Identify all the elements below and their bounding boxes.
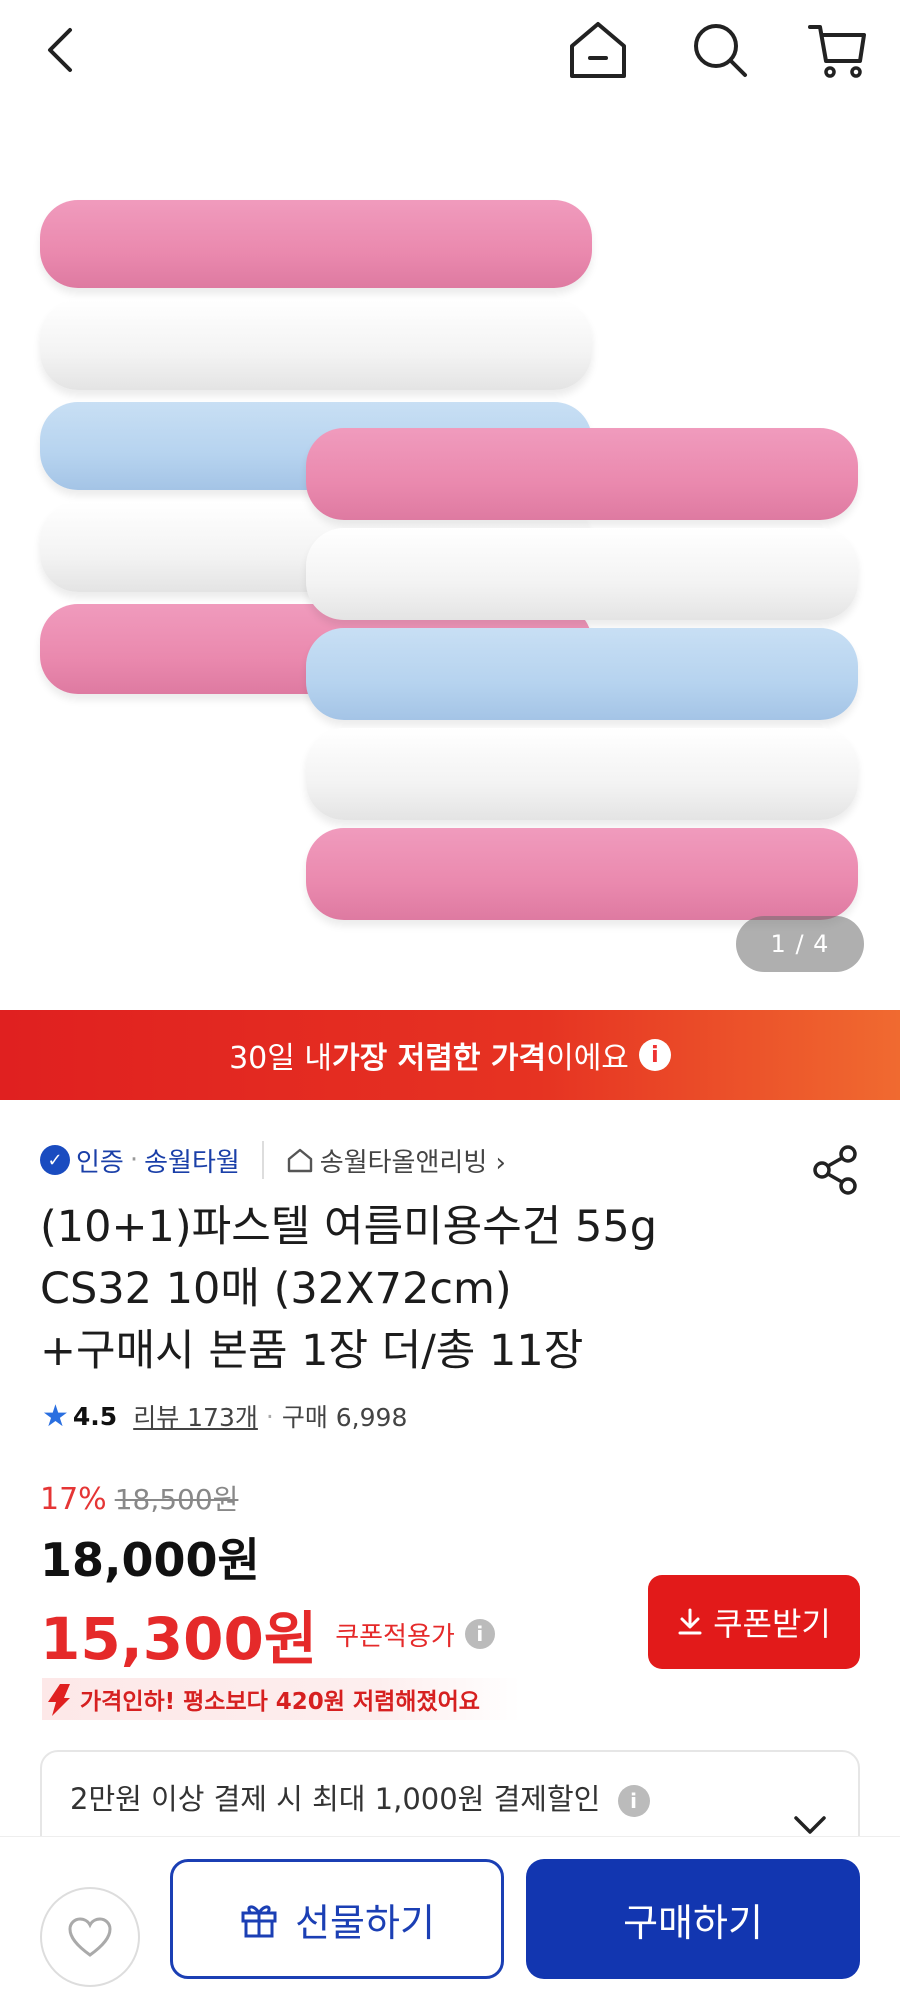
seller-row: ✓ 인증 · 송월타월 송월타올앤리빙 › xyxy=(40,1138,506,1182)
bottom-action-bar: 선물하기 구매하기 xyxy=(0,1836,900,2000)
home-icon xyxy=(570,22,626,78)
towel-white xyxy=(306,528,858,620)
separator-dot: · xyxy=(129,1145,139,1175)
get-coupon-button[interactable]: 쿠폰받기 xyxy=(648,1575,860,1669)
info-icon[interactable]: i xyxy=(617,1785,650,1817)
rating-row: ★ 4.5 리뷰 173개 · 구매 6,998 xyxy=(42,1396,407,1436)
sale-price: 18,000원 xyxy=(40,1533,260,1587)
product-image[interactable]: 1 / 4 xyxy=(0,110,900,1010)
brand-link[interactable]: 송월타월 xyxy=(144,1142,240,1179)
lowest-price-banner[interactable]: 30일 내 가장 저렴한 가격 이에요 i xyxy=(0,1010,900,1100)
review-link[interactable]: 리뷰 173개 xyxy=(133,1398,258,1434)
discount-row: 17% 18,500원 xyxy=(40,1478,238,1518)
title-line: (10+1)파스텔 여름미용수건 55g xyxy=(40,1202,658,1252)
buy-label: 구매하기 xyxy=(623,1900,763,1945)
banner-strong: 가장 저렴한 가격 xyxy=(332,1041,547,1076)
gift-button[interactable]: 선물하기 xyxy=(170,1859,504,1979)
get-coupon-label: 쿠폰받기 xyxy=(713,1605,831,1643)
info-icon[interactable]: i xyxy=(464,1619,495,1649)
price-drop-text: 가격인하! 평소보다 420원 저렴해졌어요 xyxy=(80,1689,480,1715)
shop-name: 송월타올앤리빙 › xyxy=(319,1147,506,1178)
coupon-price-label: 쿠폰적용가 xyxy=(335,1621,455,1652)
chevron-left-icon xyxy=(48,28,72,72)
cart-icon xyxy=(808,25,866,78)
discount-percent: 17% xyxy=(40,1482,107,1517)
towel-pink xyxy=(40,200,592,288)
heart-icon xyxy=(68,1917,112,1957)
divider xyxy=(261,1141,264,1179)
title-line: +구매시 본품 1장 더/총 11장 xyxy=(40,1326,584,1376)
towel-blue xyxy=(306,628,858,720)
image-counter: 1 / 4 xyxy=(736,916,864,972)
title-line: CS32 10매 (32X72cm) xyxy=(40,1264,512,1314)
product-title: (10+1)파스텔 여름미용수건 55g CS32 10매 (32X72cm) … xyxy=(40,1196,800,1382)
back-button[interactable] xyxy=(28,18,92,82)
purchase-count: 구매 6,998 xyxy=(281,1403,408,1432)
banner-prefix: 30일 내 xyxy=(229,1041,332,1076)
share-button[interactable] xyxy=(808,1142,864,1198)
star-icon: ★ xyxy=(42,1398,69,1434)
share-icon xyxy=(813,1145,857,1195)
towel-pink xyxy=(306,428,858,520)
verified-label: 인증 xyxy=(76,1147,124,1178)
price-drop-arrow-icon xyxy=(48,1684,70,1716)
verified-check-icon: ✓ xyxy=(40,1145,70,1175)
rating-score: 4.5 xyxy=(72,1401,118,1431)
buy-button[interactable]: 구매하기 xyxy=(526,1859,860,1979)
search-icon xyxy=(694,24,747,77)
gift-icon xyxy=(241,1905,277,1938)
payment-discount-text: 2만원 이상 결제 시 최대 1,000원 결제할인 xyxy=(70,1782,601,1816)
banner-suffix: 이에요 xyxy=(546,1041,629,1076)
price-drop-badge: 가격인하! 평소보다 420원 저렴해졌어요 xyxy=(42,1678,520,1720)
towel-white xyxy=(40,300,592,390)
wishlist-button[interactable] xyxy=(40,1887,140,1987)
towel-white xyxy=(306,728,858,820)
coupon-price: 15,300원 xyxy=(40,1605,318,1673)
separator-dot: · xyxy=(265,1401,274,1431)
coupon-price-row: 15,300원 쿠폰적용가 i xyxy=(40,1592,495,1676)
search-button[interactable] xyxy=(688,18,752,82)
download-icon xyxy=(678,1608,702,1635)
top-nav-bar xyxy=(0,0,900,110)
gift-label: 선물하기 xyxy=(295,1900,435,1945)
chevron-down-icon xyxy=(794,1816,826,1834)
home-button[interactable] xyxy=(566,18,630,82)
shop-link[interactable]: 송월타올앤리빙 › xyxy=(286,1142,506,1179)
home-outline-icon xyxy=(287,1148,312,1173)
original-price: 18,500원 xyxy=(114,1483,239,1516)
cart-button[interactable] xyxy=(806,18,870,82)
info-icon[interactable]: i xyxy=(638,1039,671,1071)
towel-pink xyxy=(306,828,858,920)
